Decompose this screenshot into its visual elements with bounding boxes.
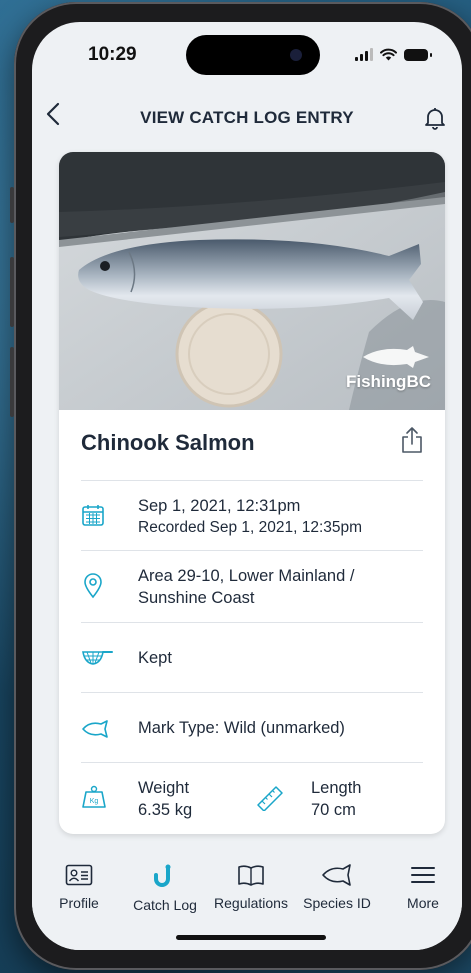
calendar-icon [81,503,105,532]
signal-icon [355,48,373,61]
mark-type-text: Mark Type: Wild (unmarked) [138,719,345,737]
book-icon [238,865,264,886]
tab-label-more: More [407,895,439,911]
share-icon[interactable] [401,426,423,459]
length-value: 70 cm [311,801,356,819]
status-bar: 10:29 [32,22,462,90]
mark-type-row: Mark Type: Wild (unmarked) [81,692,423,763]
fishingbc-logo-text: FishingBC [346,372,431,391]
disposition-text: Kept [138,649,172,667]
species-name: Chinook Salmon [81,430,255,455]
weight-value: 6.35 kg [138,801,193,819]
length-label: Length [311,779,362,797]
tab-profile[interactable]: Profile [38,864,120,911]
fish-hook-icon [154,864,171,887]
tab-bar: Profile Catch Log Regulations Species ID [32,846,462,950]
tab-regulations[interactable]: Regulations [210,864,292,911]
status-time: 10:29 [88,44,137,65]
location-row: Area 29-10, Lower Mainland / Sunshine Co… [81,550,423,623]
location-pin-icon [83,573,103,604]
tab-label-regulations: Regulations [214,895,288,911]
ruler-icon [255,785,285,816]
catch-entry-card: FishingBC Chinook Salmon Sep 1, 2021, 12… [59,152,445,834]
tab-species-id[interactable]: Species ID [296,864,378,911]
weight-icon: Kg [81,785,107,814]
date-row: Sep 1, 2021, 12:31pm Recorded Sep 1, 202… [81,480,423,551]
status-icons [355,48,432,61]
measurements-row: Kg Weight 6.35 kg Length 70 cm [81,762,423,834]
wifi-icon [380,48,397,61]
disposition-row: Kept [81,622,423,693]
menu-icon [411,867,435,883]
tab-label-species-id: Species ID [303,895,371,911]
dynamic-island [186,35,320,75]
catch-date: Sep 1, 2021, 12:31pm [138,497,301,515]
volume-up-button [10,257,14,327]
bell-icon[interactable] [424,106,446,135]
location-line-1: Area 29-10, Lower Mainland / [138,567,355,585]
tab-more[interactable]: More [382,864,462,911]
profile-card-icon [65,864,93,886]
app-screen: 10:29 VIEW CATCH LOG ENTRY FishingBC Chi… [32,22,462,950]
fishingbc-logo-fish-icon [361,346,431,368]
home-indicator[interactable] [176,935,326,940]
weight-label: Weight [138,779,190,797]
nav-bar: VIEW CATCH LOG ENTRY [32,100,462,140]
tab-label-catch-log: Catch Log [133,897,197,913]
mute-switch [10,187,14,223]
volume-down-button [10,347,14,417]
location-line-2: Sunshine Coast [138,589,255,607]
page-title: VIEW CATCH LOG ENTRY [140,108,354,127]
fish-outline-icon [322,864,351,886]
catch-photo[interactable]: FishingBC [59,152,445,410]
tab-label-profile: Profile [59,895,99,911]
battery-icon [404,48,432,61]
species-header: Chinook Salmon [81,424,423,464]
landing-net-icon [81,649,113,672]
weight-icon-label: Kg [90,798,99,805]
tab-catch-log[interactable]: Catch Log [124,864,206,913]
fish-outline-icon [81,720,113,743]
recorded-date: Recorded Sep 1, 2021, 12:35pm [138,519,363,536]
